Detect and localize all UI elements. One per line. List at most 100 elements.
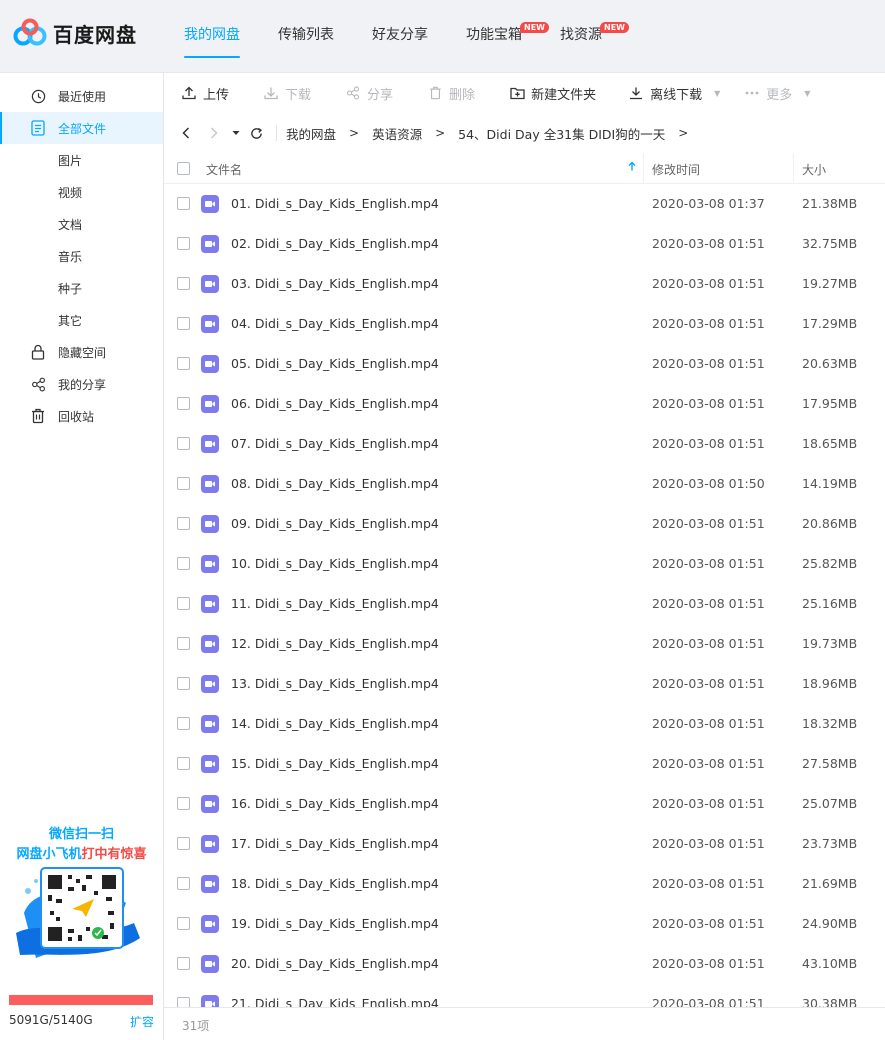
forward-arrow-icon[interactable] bbox=[206, 125, 222, 141]
sidebar-item-documents[interactable]: 文档 bbox=[0, 208, 163, 240]
table-row[interactable]: 16. Didi_s_Day_Kids_English.mp4 2020-03-0… bbox=[164, 784, 885, 824]
upload-button[interactable]: 上传 bbox=[181, 73, 229, 113]
breadcrumb-item[interactable]: 我的网盘 bbox=[286, 124, 336, 143]
sidebar-item-videos[interactable]: 视频 bbox=[0, 176, 163, 208]
file-name[interactable]: 10. Didi_s_Day_Kids_English.mp4 bbox=[231, 556, 439, 571]
offline-download-button[interactable]: 离线下载 ▼ bbox=[628, 73, 720, 113]
file-name[interactable]: 12. Didi_s_Day_Kids_English.mp4 bbox=[231, 636, 439, 651]
nav-transfer-list[interactable]: 传输列表 bbox=[278, 0, 334, 73]
nav-find-resources[interactable]: 找资源 NEW bbox=[560, 0, 629, 73]
table-row[interactable]: 05. Didi_s_Day_Kids_English.mp4 2020-03-0… bbox=[164, 344, 885, 384]
table-row[interactable]: 01. Didi_s_Day_Kids_English.mp4 2020-03-0… bbox=[164, 184, 885, 224]
sidebar-item-my-shares[interactable]: 我的分享 bbox=[0, 368, 163, 400]
row-checkbox[interactable] bbox=[177, 277, 190, 290]
breadcrumb-item-current[interactable]: 54、Didi Day 全31集 DIDI狗的一天 bbox=[458, 124, 665, 143]
file-name[interactable]: 02. Didi_s_Day_Kids_English.mp4 bbox=[231, 236, 439, 251]
table-row[interactable]: 13. Didi_s_Day_Kids_English.mp4 2020-03-0… bbox=[164, 664, 885, 704]
delete-button[interactable]: 删除 bbox=[427, 73, 475, 113]
app-logo[interactable]: 百度网盘 bbox=[13, 18, 137, 48]
download-button[interactable]: 下载 bbox=[263, 73, 311, 113]
file-name[interactable]: 15. Didi_s_Day_Kids_English.mp4 bbox=[231, 756, 439, 771]
row-checkbox[interactable] bbox=[177, 237, 190, 250]
file-name[interactable]: 16. Didi_s_Day_Kids_English.mp4 bbox=[231, 796, 439, 811]
file-name[interactable]: 01. Didi_s_Day_Kids_English.mp4 bbox=[231, 196, 439, 211]
back-arrow-icon[interactable] bbox=[178, 125, 194, 141]
sort-ascending-icon[interactable] bbox=[628, 160, 636, 174]
file-name[interactable]: 11. Didi_s_Day_Kids_English.mp4 bbox=[231, 596, 439, 611]
file-name[interactable]: 07. Didi_s_Day_Kids_English.mp4 bbox=[231, 436, 439, 451]
table-row[interactable]: 09. Didi_s_Day_Kids_English.mp4 2020-03-0… bbox=[164, 504, 885, 544]
row-checkbox[interactable] bbox=[177, 837, 190, 850]
row-checkbox[interactable] bbox=[177, 717, 190, 730]
file-name[interactable]: 14. Didi_s_Day_Kids_English.mp4 bbox=[231, 716, 439, 731]
row-checkbox[interactable] bbox=[177, 437, 190, 450]
row-checkbox[interactable] bbox=[177, 517, 190, 530]
column-header-name[interactable]: 文件名 bbox=[206, 161, 242, 178]
share-button[interactable]: 分享 bbox=[345, 73, 393, 113]
table-row[interactable]: 06. Didi_s_Day_Kids_English.mp4 2020-03-0… bbox=[164, 384, 885, 424]
row-checkbox[interactable] bbox=[177, 397, 190, 410]
row-checkbox[interactable] bbox=[177, 797, 190, 810]
row-checkbox[interactable] bbox=[177, 557, 190, 570]
file-name[interactable]: 13. Didi_s_Day_Kids_English.mp4 bbox=[231, 676, 439, 691]
file-name[interactable]: 21. Didi_s_Day_Kids_English.mp4 bbox=[231, 996, 439, 1007]
table-row[interactable]: 07. Didi_s_Day_Kids_English.mp4 2020-03-0… bbox=[164, 424, 885, 464]
table-row[interactable]: 08. Didi_s_Day_Kids_English.mp4 2020-03-0… bbox=[164, 464, 885, 504]
table-row[interactable]: 11. Didi_s_Day_Kids_English.mp4 2020-03-0… bbox=[164, 584, 885, 624]
table-row[interactable]: 14. Didi_s_Day_Kids_English.mp4 2020-03-0… bbox=[164, 704, 885, 744]
file-name[interactable]: 05. Didi_s_Day_Kids_English.mp4 bbox=[231, 356, 439, 371]
row-checkbox[interactable] bbox=[177, 917, 190, 930]
table-row[interactable]: 17. Didi_s_Day_Kids_English.mp4 2020-03-0… bbox=[164, 824, 885, 864]
table-row[interactable]: 20. Didi_s_Day_Kids_English.mp4 2020-03-0… bbox=[164, 944, 885, 984]
sidebar-item-music[interactable]: 音乐 bbox=[0, 240, 163, 272]
sidebar-item-recycle-bin[interactable]: 回收站 bbox=[0, 400, 163, 432]
file-name[interactable]: 08. Didi_s_Day_Kids_English.mp4 bbox=[231, 476, 439, 491]
table-row[interactable]: 19. Didi_s_Day_Kids_English.mp4 2020-03-0… bbox=[164, 904, 885, 944]
more-button[interactable]: 更多 ▼ bbox=[744, 73, 810, 113]
sidebar-item-others[interactable]: 其它 bbox=[0, 304, 163, 336]
file-name[interactable]: 04. Didi_s_Day_Kids_English.mp4 bbox=[231, 316, 439, 331]
row-checkbox[interactable] bbox=[177, 357, 190, 370]
table-row[interactable]: 10. Didi_s_Day_Kids_English.mp4 2020-03-0… bbox=[164, 544, 885, 584]
file-name[interactable]: 18. Didi_s_Day_Kids_English.mp4 bbox=[231, 876, 439, 891]
file-name[interactable]: 17. Didi_s_Day_Kids_English.mp4 bbox=[231, 836, 439, 851]
file-name[interactable]: 06. Didi_s_Day_Kids_English.mp4 bbox=[231, 396, 439, 411]
row-checkbox[interactable] bbox=[177, 477, 190, 490]
refresh-icon[interactable] bbox=[248, 125, 264, 141]
row-checkbox[interactable] bbox=[177, 597, 190, 610]
nav-my-netdisk[interactable]: 我的网盘 bbox=[184, 0, 240, 73]
row-checkbox[interactable] bbox=[177, 957, 190, 970]
new-folder-button[interactable]: 新建文件夹 bbox=[509, 73, 596, 113]
table-row[interactable]: 03. Didi_s_Day_Kids_English.mp4 2020-03-0… bbox=[164, 264, 885, 304]
sidebar-item-hidden-space[interactable]: 隐藏空间 bbox=[0, 336, 163, 368]
sidebar-item-all-files[interactable]: 全部文件 bbox=[0, 112, 163, 144]
row-checkbox[interactable] bbox=[177, 877, 190, 890]
row-checkbox[interactable] bbox=[177, 197, 190, 210]
expand-storage-link[interactable]: 扩容 bbox=[130, 1013, 154, 1030]
row-checkbox[interactable] bbox=[177, 997, 190, 1007]
table-row[interactable]: 18. Didi_s_Day_Kids_English.mp4 2020-03-0… bbox=[164, 864, 885, 904]
file-name[interactable]: 09. Didi_s_Day_Kids_English.mp4 bbox=[231, 516, 439, 531]
nav-toolbox[interactable]: 功能宝箱 NEW bbox=[466, 0, 549, 73]
table-row[interactable]: 02. Didi_s_Day_Kids_English.mp4 2020-03-0… bbox=[164, 224, 885, 264]
wechat-promo[interactable]: 微信扫一扫 网盘小飞机打中有惊喜 bbox=[0, 823, 163, 958]
row-checkbox[interactable] bbox=[177, 637, 190, 650]
sidebar-item-recent[interactable]: 最近使用 bbox=[0, 80, 163, 112]
file-name[interactable]: 20. Didi_s_Day_Kids_English.mp4 bbox=[231, 956, 439, 971]
table-row[interactable]: 12. Didi_s_Day_Kids_English.mp4 2020-03-0… bbox=[164, 624, 885, 664]
row-checkbox[interactable] bbox=[177, 317, 190, 330]
column-header-modified[interactable]: 修改时间 bbox=[652, 161, 700, 178]
sidebar-item-images[interactable]: 图片 bbox=[0, 144, 163, 176]
sidebar-item-torrents[interactable]: 种子 bbox=[0, 272, 163, 304]
table-row[interactable]: 21. Didi_s_Day_Kids_English.mp4 2020-03-0… bbox=[164, 984, 885, 1007]
table-row[interactable]: 15. Didi_s_Day_Kids_English.mp4 2020-03-0… bbox=[164, 744, 885, 784]
nav-friend-share[interactable]: 好友分享 bbox=[372, 0, 428, 73]
row-checkbox[interactable] bbox=[177, 677, 190, 690]
select-all-checkbox[interactable] bbox=[177, 162, 190, 175]
file-name[interactable]: 19. Didi_s_Day_Kids_English.mp4 bbox=[231, 916, 439, 931]
table-row[interactable]: 04. Didi_s_Day_Kids_English.mp4 2020-03-0… bbox=[164, 304, 885, 344]
row-checkbox[interactable] bbox=[177, 757, 190, 770]
column-header-size[interactable]: 大小 bbox=[802, 161, 826, 178]
history-dropdown-icon[interactable] bbox=[228, 125, 244, 141]
file-name[interactable]: 03. Didi_s_Day_Kids_English.mp4 bbox=[231, 276, 439, 291]
